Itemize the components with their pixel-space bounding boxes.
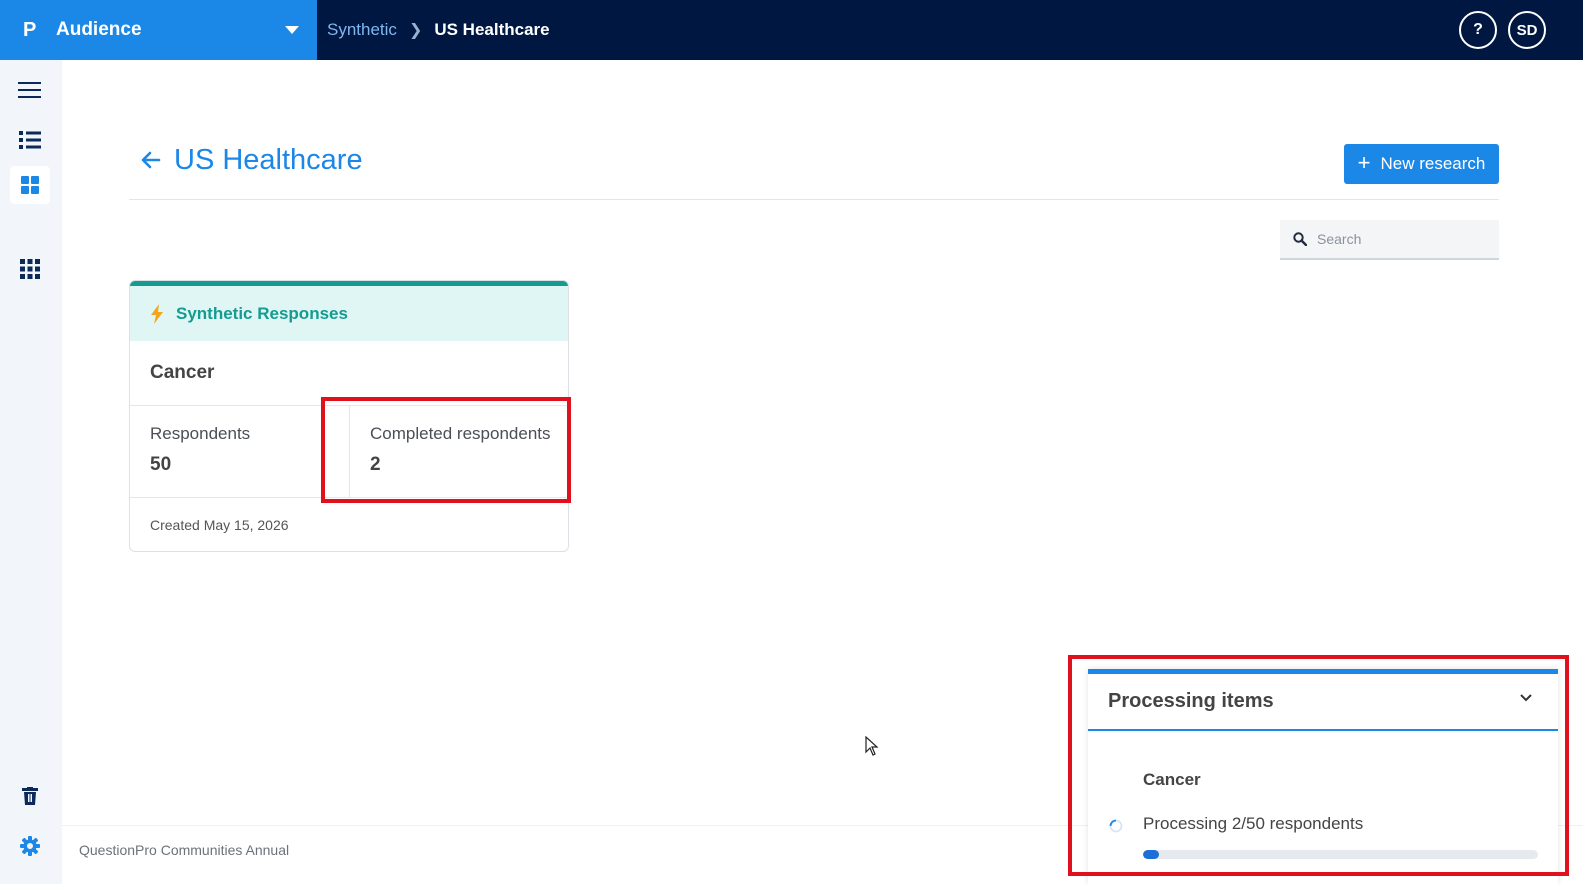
header-divider — [129, 199, 1499, 200]
help-button[interactable]: ? — [1459, 11, 1497, 49]
mouse-cursor-icon — [865, 736, 879, 756]
search-box[interactable] — [1280, 220, 1499, 260]
trash-icon[interactable] — [10, 777, 50, 815]
processing-progress-bar — [1143, 850, 1538, 859]
list-icon[interactable] — [10, 121, 50, 159]
new-research-label: New research — [1380, 154, 1486, 173]
research-card[interactable]: Synthetic Responses Cancer Respondents 5… — [129, 280, 569, 552]
card-title: Cancer — [130, 341, 568, 406]
plus-icon: + — [1357, 150, 1371, 175]
respondents-stat: Respondents 50 — [130, 406, 349, 497]
processing-progress-fill — [1143, 850, 1159, 859]
processing-item-name: Cancer — [1143, 770, 1201, 789]
card-stats: Respondents 50 Completed respondents 2 — [130, 406, 568, 498]
card-created-date: Created May 15, 2026 — [150, 517, 289, 533]
completed-respondents-value: 2 — [370, 454, 381, 475]
page-title: US Healthcare — [140, 140, 363, 180]
processing-status: Processing 2/50 respondents — [1143, 814, 1364, 833]
card-type-label: Synthetic Responses — [176, 303, 348, 323]
hamburger-menu-icon[interactable] — [10, 71, 50, 109]
chevron-down-icon[interactable] — [1520, 694, 1532, 702]
settings-gear-icon[interactable] — [10, 827, 50, 865]
left-sidebar — [0, 60, 62, 884]
breadcrumb: Synthetic ❯ US Healthcare — [327, 0, 550, 60]
user-avatar-button[interactable]: SD — [1508, 11, 1546, 49]
breadcrumb-current: US Healthcare — [434, 20, 550, 39]
product-name: Audience — [56, 19, 142, 40]
apps-grid-icon[interactable] — [10, 250, 50, 288]
card-header: Synthetic Responses — [130, 281, 568, 341]
search-icon — [1293, 232, 1307, 246]
respondents-label: Respondents — [150, 424, 251, 443]
top-bar: P Audience Synthetic ❯ US Healthcare ? S… — [0, 0, 1583, 60]
processing-panel-header[interactable]: Processing items — [1088, 674, 1558, 731]
processing-panel-title: Processing items — [1108, 690, 1274, 712]
lightning-bolt-icon — [151, 303, 163, 324]
product-switcher[interactable]: P Audience — [0, 0, 317, 60]
new-research-button[interactable]: + New research — [1344, 144, 1499, 184]
respondents-value: 50 — [150, 454, 172, 475]
loading-spinner-icon — [1109, 819, 1123, 833]
breadcrumb-link-synthetic[interactable]: Synthetic — [327, 20, 397, 40]
chevron-right-icon: ❯ — [408, 22, 423, 39]
completed-respondents-label: Completed respondents — [370, 424, 551, 443]
processing-items-panel: Processing items Cancer Processing 2/50 … — [1088, 669, 1558, 884]
back-arrow-icon[interactable] — [140, 149, 162, 171]
dashboard-grid-icon[interactable] — [10, 166, 50, 204]
search-input[interactable] — [1317, 231, 1477, 247]
completed-respondents-stat: Completed respondents 2 — [349, 406, 568, 497]
questionpro-logo-icon: P — [23, 18, 37, 41]
caret-down-icon[interactable] — [285, 26, 299, 34]
footer-text: QuestionPro Communities Annual — [79, 842, 290, 858]
page-title-text: US Healthcare — [174, 143, 363, 176]
